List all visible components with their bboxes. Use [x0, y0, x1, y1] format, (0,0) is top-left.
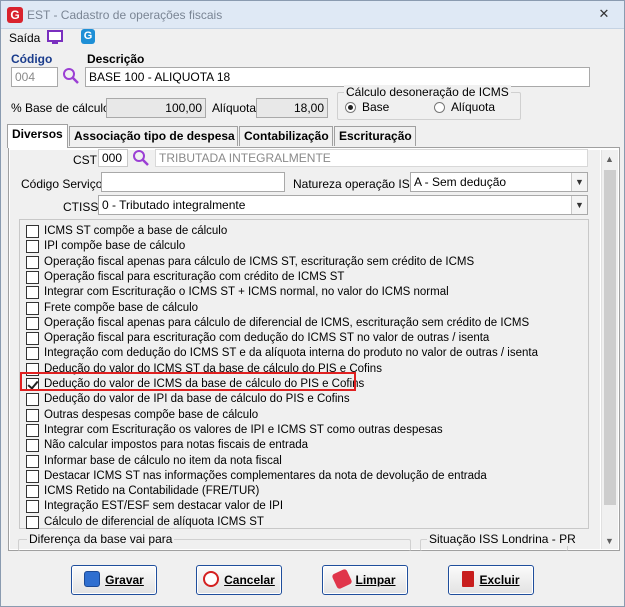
- checkbox-label: Operação fiscal para escrituração com cr…: [44, 270, 345, 283]
- cst-label: CST: [73, 153, 97, 167]
- checkbox[interactable]: [26, 286, 39, 300]
- checkbox[interactable]: [26, 408, 39, 422]
- window-title: EST - Cadastro de operações fiscais: [27, 8, 223, 22]
- codigo-servico-label: Código Serviço: [21, 177, 103, 191]
- radio-aliquota[interactable]: [434, 102, 445, 113]
- checkbox-label: ICMS Retido na Contabilidade (FRE/TUR): [44, 485, 260, 498]
- limpar-button[interactable]: Limpar: [322, 565, 408, 595]
- situacao-iss-title: Situação ISS Londrina - PR: [427, 532, 578, 546]
- checkbox[interactable]: [26, 255, 39, 269]
- close-button[interactable]: ✕: [591, 5, 617, 23]
- codigo-field[interactable]: 004: [11, 67, 58, 87]
- chevron-down-icon[interactable]: ▼: [571, 173, 587, 191]
- menu-saida[interactable]: Saída: [9, 31, 40, 45]
- checkbox[interactable]: [26, 225, 39, 238]
- natureza-value: A - Sem dedução: [414, 175, 507, 189]
- checkbox[interactable]: [26, 423, 39, 437]
- desoneracao-title: Cálculo desoneração de ICMS: [344, 85, 511, 99]
- tab-diversos[interactable]: Diversos: [7, 124, 68, 148]
- checkbox[interactable]: [26, 515, 39, 529]
- tab-escrituracao[interactable]: Escrituração: [334, 126, 416, 146]
- gestao-icon[interactable]: G: [81, 29, 95, 44]
- checkbox-label: Dedução do valor de IPI da base de cálcu…: [44, 393, 350, 406]
- excluir-button[interactable]: Excluir: [448, 565, 534, 595]
- ctiss-value: 0 - Tributado integralmente: [102, 198, 246, 212]
- cst-description-field: TRIBUTADA INTEGRALMENTE: [155, 149, 588, 167]
- checkbox[interactable]: [26, 485, 39, 499]
- aliquota-field[interactable]: 18,00: [256, 98, 328, 118]
- base-calculo-label: % Base de cálculo: [11, 101, 110, 115]
- checkbox-label: Operação fiscal apenas para cálculo de I…: [44, 255, 475, 268]
- cst-code-field[interactable]: 000: [98, 149, 128, 167]
- checkbox[interactable]: [26, 439, 39, 453]
- checkbox-label: Outras despesas compõe base de cálculo: [44, 408, 259, 421]
- diferenca-title: Diferença da base vai para: [27, 532, 175, 546]
- checkbox-label: Operação fiscal apenas para cálculo de d…: [44, 316, 530, 329]
- tab-contabilizacao[interactable]: Contabilização: [239, 126, 333, 146]
- checkbox-label: Integração com dedução do ICMS ST e da a…: [44, 347, 538, 360]
- cst-search-icon[interactable]: [132, 149, 150, 167]
- vertical-scrollbar[interactable]: ▲ ▼: [601, 150, 618, 549]
- checkbox[interactable]: [26, 347, 39, 361]
- save-icon: [84, 571, 101, 587]
- radio-aliquota-label: Alíquota: [451, 100, 496, 114]
- gravar-button[interactable]: Gravar: [71, 565, 157, 595]
- radio-base[interactable]: [345, 102, 356, 113]
- checkbox-label: Frete compõe base de cálculo: [44, 301, 199, 314]
- radio-base-label: Base: [362, 100, 390, 114]
- tab-associacao[interactable]: Associação tipo de despesa: [69, 126, 238, 146]
- scroll-thumb[interactable]: [604, 170, 616, 505]
- descricao-field[interactable]: BASE 100 - ALIQUOTA 18: [85, 67, 590, 87]
- checkbox[interactable]: [26, 469, 39, 483]
- ctiss-select[interactable]: 0 - Tributado integralmente ▼: [98, 195, 588, 215]
- cancelar-button[interactable]: Cancelar: [196, 565, 282, 595]
- window: G EST - Cadastro de operações fiscais ✕ …: [0, 0, 625, 607]
- eraser-icon: [331, 568, 354, 590]
- checkbox[interactable]: [26, 454, 39, 468]
- checkbox[interactable]: [26, 240, 39, 254]
- highlight-box: [20, 372, 356, 391]
- checkbox[interactable]: [26, 270, 39, 284]
- chevron-down-icon[interactable]: ▼: [571, 196, 587, 214]
- aliquota-label: Alíquota: [212, 101, 257, 115]
- scroll-down-icon[interactable]: ▼: [605, 536, 614, 546]
- cancelar-label: Cancelar: [224, 573, 275, 587]
- title-bar: G EST - Cadastro de operações fiscais ✕: [1, 1, 624, 29]
- checkbox[interactable]: [26, 316, 39, 330]
- gravar-label: Gravar: [105, 573, 144, 587]
- checkbox[interactable]: [26, 301, 39, 315]
- descricao-label: Descrição: [87, 52, 145, 66]
- checkbox-label: Integrar com Escrituração os valores de …: [44, 423, 443, 436]
- search-icon[interactable]: [62, 67, 80, 85]
- checkbox-label: Operação fiscal para escrituração com de…: [44, 332, 490, 345]
- checkbox[interactable]: [26, 500, 39, 514]
- checkbox[interactable]: [26, 332, 39, 346]
- scroll-up-icon[interactable]: ▲: [605, 154, 614, 164]
- checkbox-label: Integrar com Escrituração o ICMS ST + IC…: [44, 286, 449, 299]
- codigo-label: Código: [11, 52, 53, 66]
- codigo-servico-field[interactable]: [101, 172, 285, 192]
- natureza-select[interactable]: A - Sem dedução ▼: [410, 172, 588, 192]
- excluir-label: Excluir: [479, 573, 520, 587]
- cancel-icon: [203, 571, 220, 587]
- checkbox[interactable]: [26, 393, 39, 407]
- checkbox-label: Cálculo de diferencial de alíquota ICMS …: [44, 515, 264, 528]
- ctiss-label: CTISS: [63, 200, 99, 214]
- checkbox-label: IPI compõe base de cálculo: [44, 240, 186, 253]
- limpar-label: Limpar: [355, 573, 396, 587]
- base-calculo-field[interactable]: 100,00: [106, 98, 206, 118]
- app-logo-icon: G: [7, 7, 23, 23]
- checkbox-label: Não calcular impostos para notas fiscais…: [44, 439, 309, 452]
- checkbox-label: Integração EST/ESF sem destacar valor de…: [44, 500, 284, 513]
- monitor-icon[interactable]: [47, 30, 63, 45]
- checkbox-label: ICMS ST compõe a base de cálculo: [44, 225, 228, 237]
- checkbox-label: Informar base de cálculo no item da nota…: [44, 454, 282, 467]
- natureza-label: Natureza operação ISS: [293, 177, 418, 191]
- trash-icon: [462, 571, 475, 587]
- checkbox-label: Destacar ICMS ST nas informações complem…: [44, 469, 487, 482]
